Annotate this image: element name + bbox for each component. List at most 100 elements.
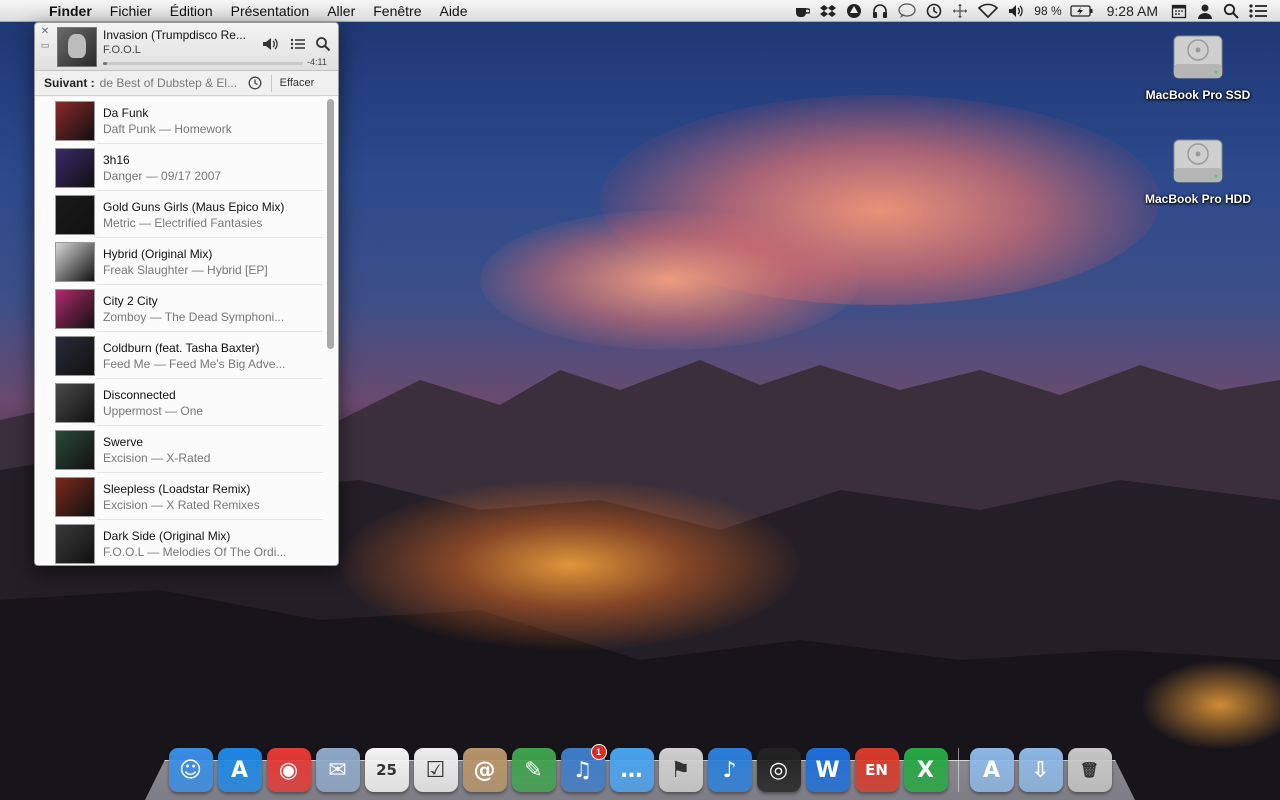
dropbox-icon[interactable] — [820, 4, 837, 18]
dock: ☺ A ◉ ✉ 25 ☑ @ ✎ ♫ 1… ⚑ ♪ ◎ W EN X A ⇩ 🗑 — [166, 740, 1114, 792]
track-artwork — [55, 242, 95, 282]
menu-fenetre[interactable]: Fenêtre — [364, 3, 430, 19]
battery-percent[interactable]: 98 % — [1034, 4, 1061, 18]
track-artist-album: Excision — X Rated Remixes — [103, 498, 260, 512]
menu-aide[interactable]: Aide — [430, 3, 476, 19]
volume-icon[interactable] — [262, 36, 280, 52]
reminders-icon[interactable]: ☑ — [413, 748, 458, 792]
spotlight-search-icon[interactable] — [1223, 3, 1239, 19]
track-row[interactable]: Coldburn (feat. Tasha Baxter) Feed Me — F… — [55, 332, 323, 379]
history-clock-icon[interactable] — [248, 76, 262, 90]
track-artist-album: Freak Slaughter — Hybrid [EP] — [103, 263, 268, 277]
track-row[interactable]: Gold Guns Girls (Maus Epico Mix) Metric —… — [55, 191, 323, 238]
track-artist-album: Zomboy — The Dead Symphoni... — [103, 310, 285, 324]
time-remaining: -4:11 — [307, 57, 327, 67]
google-drive-icon[interactable] — [846, 3, 862, 19]
wifi-icon[interactable] — [978, 3, 999, 19]
menu-fichier[interactable]: Fichier — [101, 3, 161, 19]
speech-bubble-icon[interactable] — [898, 2, 916, 19]
track-artist-album: Uppermost — One — [103, 404, 204, 418]
menu-aller[interactable]: Aller — [318, 3, 364, 19]
track-artist-album: Feed Me — Feed Me's Big Adve... — [103, 357, 286, 371]
mail-icon[interactable]: ✉ — [315, 748, 360, 792]
app-store-icon[interactable]: A — [217, 748, 262, 792]
downloads-folder-icon[interactable]: ⇩ — [1018, 748, 1063, 792]
notification-badge: 1 — [590, 744, 607, 760]
menu-edition[interactable]: Édition — [161, 3, 222, 19]
track-artwork — [55, 477, 95, 517]
track-row[interactable]: Swerve Excision — X-Rated — [55, 426, 323, 473]
user-icon[interactable] — [1197, 3, 1213, 19]
headphones-icon[interactable] — [872, 3, 888, 19]
track-title: Disconnected — [103, 388, 176, 402]
calendar-icon[interactable]: 25 — [364, 748, 409, 792]
track-list-scrollbar[interactable] — [327, 99, 334, 349]
now-playing-title: Invasion (Trumpdisco Re... — [103, 28, 246, 42]
up-next-source: de Best of Dubstep & El... — [99, 76, 238, 90]
track-row[interactable]: Sleepless (Loadstar Remix) Excision — X R… — [55, 473, 323, 520]
coffee-cup-icon[interactable] — [794, 4, 811, 18]
playback-progress-bar[interactable] — [103, 62, 303, 65]
track-title: Da Funk — [103, 106, 149, 120]
trash-icon[interactable]: 🗑 — [1067, 748, 1112, 792]
menu-presentation[interactable]: Présentation — [222, 3, 319, 19]
desktop-icon-macbook-pro-hdd[interactable]: MacBook Pro HDD — [1138, 134, 1258, 206]
messages-icon[interactable]: … — [609, 748, 654, 792]
track-row[interactable]: Dark Side (Original Mix) F.O.O.L — Melodi… — [55, 520, 323, 565]
language-en-icon[interactable]: EN — [854, 748, 899, 792]
transmit-icon[interactable]: ⚑ — [658, 748, 703, 792]
track-title: Gold Guns Girls (Maus Epico Mix) — [103, 200, 285, 214]
close-icon[interactable]: ✕ — [40, 26, 50, 37]
track-row[interactable]: Hybrid (Original Mix) Freak Slaughter — H… — [55, 238, 323, 285]
menu-app-finder[interactable]: Finder — [40, 3, 101, 19]
desktop-icon-label: MacBook Pro HDD — [1144, 192, 1251, 206]
menu-bar: Finder Fichier Édition Présentation Alle… — [0, 0, 1280, 22]
chrome-icon[interactable]: ◉ — [266, 748, 311, 792]
camera-lens-icon[interactable]: ◎ — [756, 748, 801, 792]
now-playing-artist: F.O.O.L — [103, 44, 141, 56]
now-playing-header: ✕ ▭ Invasion (Trumpdisco Re... F.O.O.L -… — [35, 23, 338, 71]
evernote-icon[interactable]: ✎ — [511, 748, 556, 792]
calendar-icon[interactable] — [1171, 3, 1187, 19]
dock-separator — [958, 748, 959, 792]
finder-icon[interactable]: ☺ — [168, 748, 213, 792]
track-artist-album: Danger — 09/17 2007 — [103, 169, 222, 183]
track-row[interactable]: Disconnected Uppermost — One — [55, 379, 323, 426]
track-artwork — [55, 195, 95, 235]
notification-center-icon[interactable] — [1249, 3, 1267, 18]
up-next-bar: Suivant : de Best of Dubstep & El... Eff… — [35, 71, 338, 96]
contacts-icon[interactable]: @ — [462, 748, 507, 792]
volume-icon[interactable] — [1008, 4, 1024, 18]
track-title: Sleepless (Loadstar Remix) — [103, 482, 251, 496]
applications-folder-icon[interactable]: A — [969, 748, 1014, 792]
clear-up-next-button[interactable]: Effacer — [280, 77, 315, 89]
itunes-icon[interactable]: ♪ — [707, 748, 752, 792]
track-artwork — [55, 383, 95, 423]
excel-icon[interactable]: X — [903, 748, 948, 792]
up-next-list-icon[interactable] — [290, 36, 308, 52]
track-row[interactable]: City 2 City Zomboy — The Dead Symphoni... — [55, 285, 323, 332]
divider — [270, 74, 272, 92]
word-icon[interactable]: W — [805, 748, 850, 792]
now-playing-artwork[interactable] — [57, 27, 97, 67]
menu-clock[interactable]: 9:28 AM — [1107, 3, 1158, 19]
track-artist-album: Daft Punk — Homework — [103, 122, 232, 136]
search-icon[interactable] — [315, 36, 333, 52]
playback-progress-fill — [103, 62, 107, 65]
move-arrows-icon[interactable] — [952, 3, 968, 19]
track-artwork — [55, 430, 95, 470]
track-artist-album: F.O.O.L — Melodies Of The Ordi... — [103, 545, 287, 559]
track-row[interactable]: 3h16 Danger — 09/17 2007 — [55, 144, 323, 191]
track-title: Hybrid (Original Mix) — [103, 247, 213, 261]
desktop-icon-label: MacBook Pro SSD — [1145, 88, 1251, 102]
battery-icon[interactable] — [1069, 4, 1094, 17]
time-machine-icon[interactable] — [926, 3, 942, 19]
minimize-icon[interactable]: ▭ — [40, 40, 50, 51]
track-artwork — [55, 101, 95, 141]
status-menus: 98 % 9:28 AM — [789, 0, 1280, 22]
track-row[interactable]: Da Funk Daft Punk — Homework — [55, 97, 323, 144]
track-artwork — [55, 336, 95, 376]
up-next-label: Suivant : — [44, 76, 95, 90]
desktop-icon-macbook-pro-ssd[interactable]: MacBook Pro SSD — [1138, 30, 1258, 102]
tweetbot-icon[interactable]: ♫ 1 — [560, 744, 607, 792]
